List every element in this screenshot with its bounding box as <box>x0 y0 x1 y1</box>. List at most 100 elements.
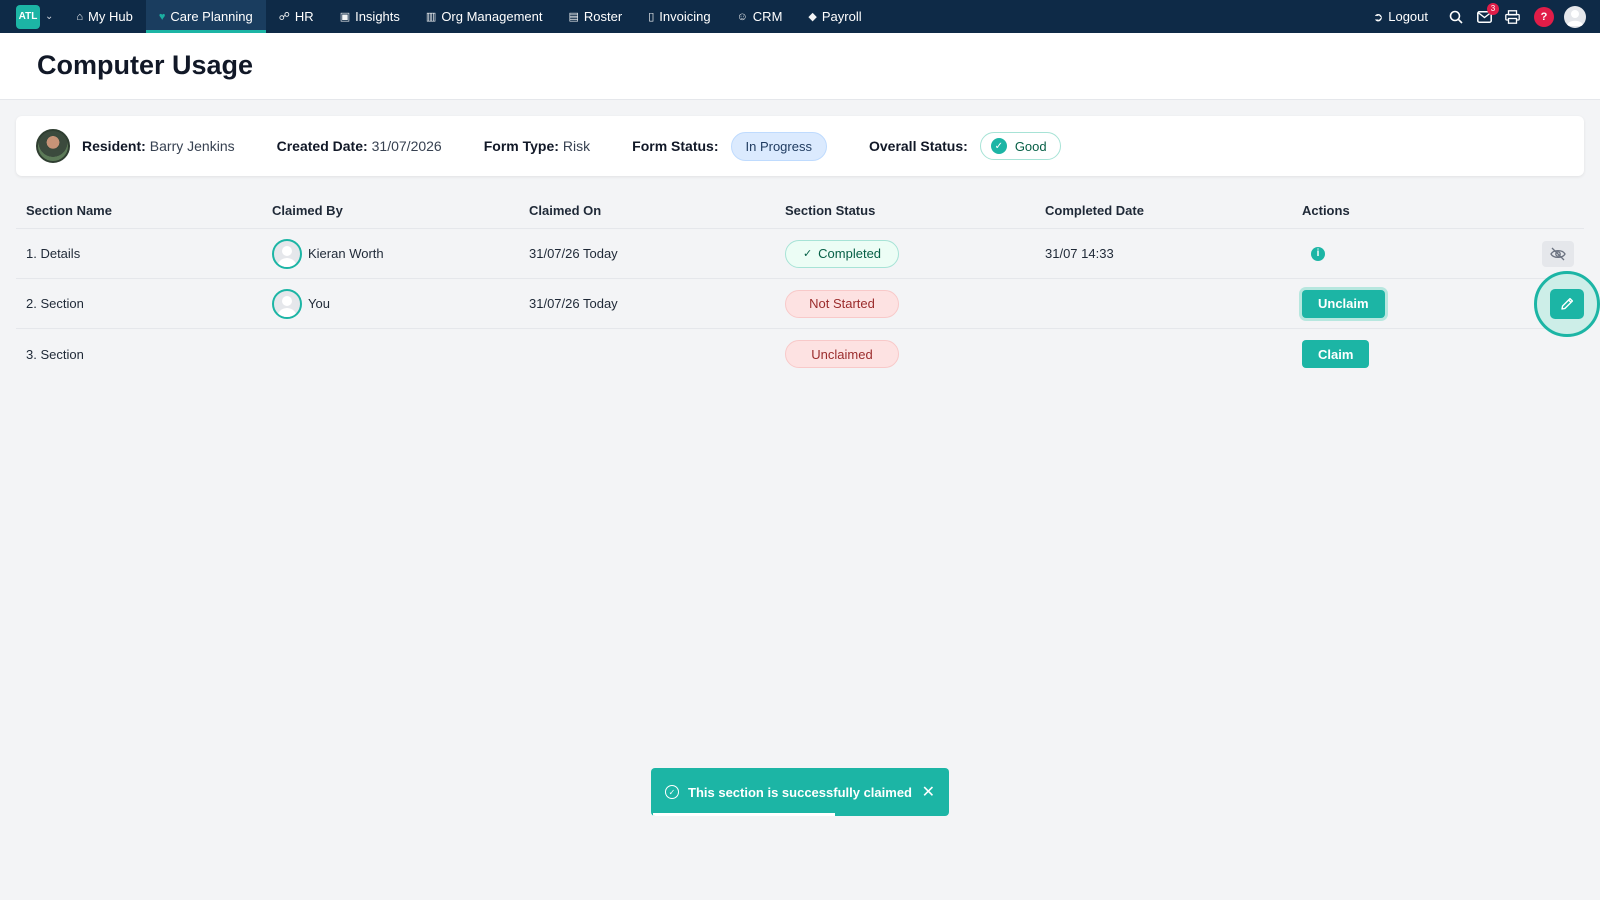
building-icon: ▥ <box>425 11 437 23</box>
overall-status-badge: ✓ Good <box>979 132 1061 160</box>
nav-right-group: ➲ Logout 3 ? <box>1373 0 1600 33</box>
claimed-by-name: Kieran Worth <box>308 246 384 261</box>
chevron-down-icon: ⌄ <box>45 11 54 22</box>
home-icon: ⌂ <box>76 10 84 23</box>
heart-icon: ♥ <box>158 10 166 23</box>
pencil-icon[interactable] <box>1550 289 1584 319</box>
nav-item-label: Invoicing <box>659 9 711 24</box>
help-button[interactable]: ? <box>1534 6 1554 27</box>
section-name: 1. Details <box>26 246 81 261</box>
section-status: Unclaimed <box>785 340 1045 368</box>
info-icon[interactable]: i <box>1311 246 1325 261</box>
user-avatar <box>272 238 302 269</box>
status-badge: Not Started <box>785 289 899 318</box>
nav-item-label: Org Management <box>441 9 543 24</box>
form-info-card: Resident: Barry Jenkins Created Date: 31… <box>16 116 1584 176</box>
page-header: Computer Usage <box>0 33 1600 100</box>
unclaim-button[interactable]: Unclaim <box>1302 289 1385 318</box>
eye-off-icon[interactable] <box>1542 241 1574 267</box>
completed-date: 31/07 14:33 <box>1045 246 1114 261</box>
header-claimed-on: Claimed On <box>529 203 602 218</box>
header-completed-date: Completed Date <box>1045 203 1144 218</box>
nav-item-payroll[interactable]: ◆ Payroll <box>795 0 874 33</box>
header-actions: Actions <box>1302 203 1350 218</box>
header-section-name: Section Name <box>26 203 112 218</box>
nav-item-label: Roster <box>583 9 623 24</box>
people-icon: ☍ <box>278 11 290 23</box>
nav-item-invoicing[interactable]: ▯ Invoicing <box>635 0 723 33</box>
nav-item-my-hub[interactable]: ⌂ My Hub <box>63 0 145 33</box>
nav-item-label: My Hub <box>88 9 133 24</box>
nav-item-label: Payroll <box>821 9 862 24</box>
chart-icon: ▣ <box>339 11 351 23</box>
toast-progress-bar <box>653 813 835 816</box>
section-status: ✓ Completed <box>785 239 1045 268</box>
table-row: 3. Section Unclaimed Claim <box>16 329 1584 379</box>
nav-item-roster[interactable]: ▤ Roster <box>555 0 635 33</box>
resident-value: Barry Jenkins <box>149 138 235 154</box>
edit-highlight <box>1534 271 1600 337</box>
overall-status-value: Good <box>1014 138 1047 154</box>
claim-button[interactable]: Claim <box>1302 340 1370 368</box>
resident-label: Resident: <box>82 138 146 154</box>
resident-field: Resident: Barry Jenkins <box>82 138 235 154</box>
created-date-field: Created Date: 31/07/2026 <box>277 138 442 154</box>
nav-item-insights[interactable]: ▣ Insights <box>327 0 413 33</box>
close-icon[interactable]: ✕ <box>922 782 935 802</box>
mail-count-badge: 3 <box>1487 2 1499 15</box>
user-avatar[interactable] <box>1564 5 1586 28</box>
overall-status-field: Overall Status: ✓ Good <box>869 132 1061 160</box>
section-status: Not Started <box>785 289 1045 318</box>
created-date-value: 31/07/2026 <box>371 138 442 154</box>
check-icon: ✓ <box>802 248 813 260</box>
form-status-badge: In Progress <box>730 131 827 161</box>
nav-item-hr[interactable]: ☍ HR <box>266 0 327 33</box>
section-name: 2. Section <box>26 296 84 311</box>
form-type-field: Form Type: Risk <box>484 138 590 154</box>
form-type-value: Risk <box>562 138 591 154</box>
form-type-label: Form Type: <box>483 138 559 154</box>
calendar-icon: ▤ <box>568 11 579 23</box>
header-section-status: Section Status <box>785 203 876 218</box>
org-switcher[interactable]: ATL ⌄ <box>16 4 54 29</box>
status-badge: Unclaimed <box>785 340 899 368</box>
nav-item-label: CRM <box>752 9 783 24</box>
invoice-icon: ▯ <box>648 11 655 23</box>
table-row: 2. Section You 31/07/26 Today Not Starte… <box>16 271 1600 337</box>
search-icon[interactable] <box>1448 9 1464 25</box>
check-circle-icon: ✓ <box>665 785 679 799</box>
nav-item-org-management[interactable]: ▥ Org Management <box>413 0 556 33</box>
nav-item-label: Insights <box>355 9 400 24</box>
page-title: Computer Usage <box>37 50 254 80</box>
success-toast: ✓ This section is successfully claimed ✕ <box>651 768 949 816</box>
actions-cell: i <box>1302 246 1502 261</box>
form-status-field: Form Status: In Progress <box>632 131 827 161</box>
printer-icon[interactable] <box>1504 9 1520 25</box>
nav-item-label: HR <box>294 9 314 24</box>
toast-message: This section is successfully claimed <box>688 784 912 800</box>
user-avatar <box>272 288 302 319</box>
nav-item-label: Care Planning <box>170 9 253 24</box>
overall-status-label: Overall Status: <box>868 138 968 154</box>
mail-icon[interactable]: 3 <box>1476 2 1499 25</box>
claimed-by: You <box>272 288 529 319</box>
brand-logo: ATL <box>16 4 40 29</box>
contacts-icon: ☺ <box>736 10 748 23</box>
actions-cell: Claim <box>1302 340 1502 368</box>
tag-icon: ◆ <box>808 11 817 23</box>
section-name: 3. Section <box>26 346 84 362</box>
actions-cell: Unclaim <box>1302 289 1502 318</box>
top-navbar: ATL ⌄ ⌂ My Hub ♥ Care Planning ☍ HR ▣ In… <box>0 0 1600 33</box>
logout-icon: ➲ <box>1373 9 1384 24</box>
logout-button[interactable]: ➲ Logout <box>1373 9 1428 24</box>
claimed-by-name: You <box>308 296 330 311</box>
table-header-row: Section Name Claimed By Claimed On Secti… <box>16 193 1584 229</box>
logout-label: Logout <box>1388 9 1428 24</box>
form-status-label: Form Status: <box>632 138 719 154</box>
status-label: Completed <box>818 246 882 261</box>
claimed-on: 31/07/26 Today <box>529 296 618 311</box>
sections-table: Section Name Claimed By Claimed On Secti… <box>16 193 1600 379</box>
claimed-by: Kieran Worth <box>272 238 529 269</box>
nav-item-crm[interactable]: ☺ CRM <box>724 0 796 33</box>
nav-item-care-planning[interactable]: ♥ Care Planning <box>145 0 266 33</box>
